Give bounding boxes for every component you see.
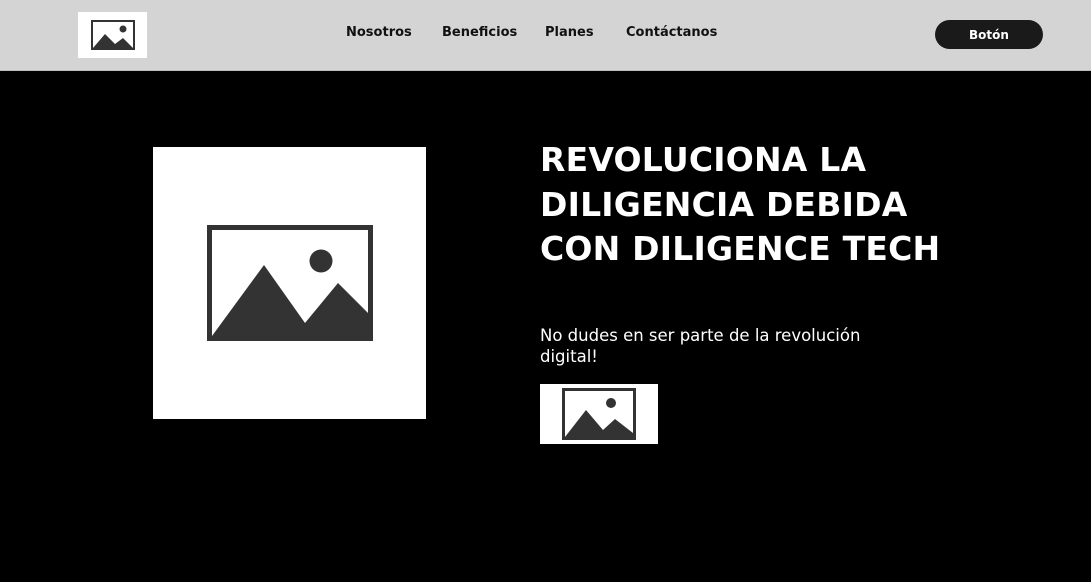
hero-title: REVOLUCIONA LA DILIGENCIA DEBIDA CON DIL… xyxy=(540,140,941,268)
image-placeholder-icon xyxy=(206,225,373,341)
image-placeholder-icon xyxy=(562,388,636,440)
top-navbar: Nosotros Beneficios Planes Contáctanos B… xyxy=(0,0,1091,71)
hero-image xyxy=(153,147,426,419)
nav-link-nosotros[interactable]: Nosotros xyxy=(346,25,412,40)
nav-link-beneficios[interactable]: Beneficios xyxy=(442,25,517,40)
small-image xyxy=(540,384,658,444)
nav-link-planes[interactable]: Planes xyxy=(545,25,594,40)
logo[interactable] xyxy=(78,12,147,58)
image-placeholder-icon xyxy=(90,20,135,50)
header-cta-button[interactable]: Botón xyxy=(935,20,1043,49)
nav-link-contactanos[interactable]: Contáctanos xyxy=(626,25,717,40)
hero-subtitle: No dudes en ser parte de la revolución d… xyxy=(540,326,861,366)
